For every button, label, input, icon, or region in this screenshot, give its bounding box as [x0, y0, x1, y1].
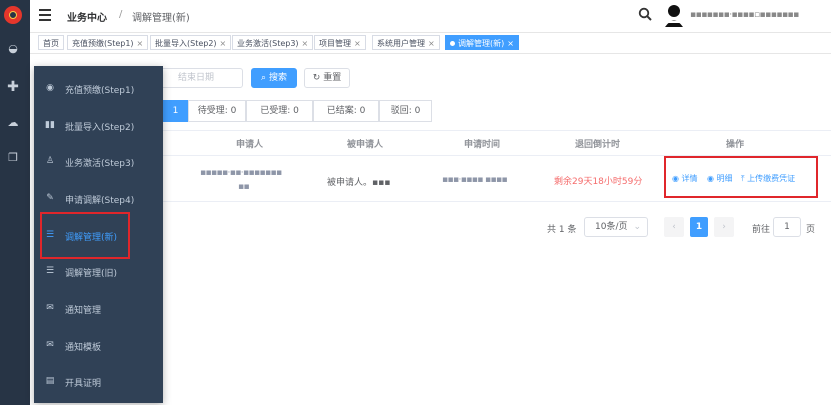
status-tab-closed[interactable]: 已结案: 0	[313, 100, 379, 122]
left-rail: ◒ ✚ ☁ ❐	[0, 0, 30, 405]
page-suffix: 页	[806, 225, 816, 235]
menu-item-label: 调解管理(旧)	[65, 269, 118, 279]
menu-item-label: 批量导入(Step2)	[65, 123, 135, 133]
refresh-icon: ↻	[312, 73, 324, 83]
tag-home[interactable]: 首页	[38, 35, 64, 50]
menu-item-step1[interactable]: ◉ 充值预缴(Step1)	[34, 75, 163, 103]
search-icon[interactable]	[638, 7, 652, 21]
menu-item-notifications[interactable]: ✉ 通知管理	[34, 295, 163, 323]
status-tab-all[interactable]: 1	[163, 100, 188, 122]
tag-label: 批量导入(Step2)	[155, 39, 217, 48]
user-icon: ♙	[45, 156, 55, 166]
import-icon: ▮▮	[45, 120, 55, 130]
menu-item-label: 申请调解(Step4)	[65, 196, 135, 206]
highlight-menu-box	[40, 212, 130, 259]
tag-label: 充值预缴(Step1)	[72, 39, 134, 48]
search-button-label: 搜索	[268, 73, 287, 83]
menu-item-step4[interactable]: ✎ 申请调解(Step4)	[34, 185, 163, 213]
tag-label: 业务激活(Step3)	[237, 39, 299, 48]
app-logo[interactable]	[4, 6, 22, 24]
pagination-total: 共 1 条	[547, 225, 577, 235]
reset-button-label: 重置	[323, 73, 342, 83]
copy-icon[interactable]: ❐	[6, 151, 20, 165]
tag-step3[interactable]: 业务激活(Step3) ×	[232, 35, 314, 50]
table-bottom-border	[163, 201, 831, 202]
tag-step2[interactable]: 批量导入(Step2) ×	[150, 35, 232, 50]
mail-icon: ✉	[46, 303, 54, 313]
edit-icon: ✎	[46, 193, 54, 203]
close-icon[interactable]: ×	[302, 39, 309, 48]
goto-page-input[interactable]: 1	[773, 217, 801, 237]
countdown-cell: 剩余29天18小时59分	[554, 177, 643, 187]
table-top-border	[163, 130, 831, 131]
document-icon: ▤	[45, 376, 55, 386]
col-actions: 操作	[726, 140, 745, 150]
tag-label: 系统用户管理	[377, 39, 425, 48]
menu-item-label: 充值预缴(Step1)	[65, 86, 135, 96]
cloud-icon[interactable]: ☁	[6, 116, 20, 130]
list-icon: ☰	[45, 266, 55, 276]
menu-item-label: 开具证明	[65, 379, 102, 389]
applicant-cell-line2: ▪▪	[238, 182, 249, 192]
plus-icon[interactable]: ✚	[6, 80, 20, 94]
respondent-cell: 被申请人。▪▪▪	[327, 178, 391, 188]
reset-button[interactable]: ↻ 重置	[304, 68, 350, 88]
col-applicant: 申请人	[236, 140, 264, 150]
col-apply-time: 申请时间	[464, 140, 501, 150]
menu-item-mediation-old[interactable]: ☰ 调解管理(旧)	[34, 258, 163, 286]
apply-time-cell: ▪▪▪·▪▪▪▪ ▪▪▪▪	[442, 175, 508, 185]
active-dot-icon	[450, 41, 455, 46]
breadcrumb-home[interactable]: 业务中心	[67, 9, 107, 24]
menu-item-label: 通知管理	[65, 306, 102, 316]
menu-item-step3[interactable]: ♙ 业务激活(Step3)	[34, 148, 163, 176]
menu-item-label: 通知模板	[65, 343, 102, 353]
close-icon[interactable]: ×	[428, 39, 435, 48]
circle-icon: ◉	[46, 83, 54, 93]
highlight-actions-box	[664, 156, 818, 198]
user-name[interactable]: ▪▪▪▪▪▪▪·▪▪▪▪▫▪▪▪▪▪▪▪	[690, 10, 831, 20]
top-header: 业务中心 / 调解管理(新) ▪▪▪▪▪▪▪·▪▪▪▪▫▪▪▪▪▪▪▪	[30, 0, 831, 33]
close-icon[interactable]: ×	[137, 39, 144, 48]
tag-project[interactable]: 项目管理 ×	[314, 35, 366, 50]
search-button[interactable]: ⌕ 搜索	[251, 68, 297, 88]
page-size-value: 10条/页	[595, 222, 628, 232]
menu-item-templates[interactable]: ✉ 通知模板	[34, 332, 163, 360]
close-icon[interactable]: ×	[220, 39, 227, 48]
page-size-select[interactable]: 10条/页 ⌄	[584, 217, 648, 237]
search-icon: ⌕	[261, 73, 269, 83]
tags-view-bar: 首页 充值预缴(Step1) × 批量导入(Step2) × 业务激活(Step3)…	[30, 33, 831, 54]
close-icon[interactable]: ×	[507, 39, 514, 48]
menu-item-step2[interactable]: ▮▮ 批量导入(Step2)	[34, 112, 163, 140]
breadcrumb-current: 调解管理(新)	[132, 13, 190, 24]
menu-toggle-icon[interactable]	[39, 9, 51, 21]
menu-item-label: 业务激活(Step3)	[65, 159, 135, 169]
tag-label: 调解管理(新)	[458, 39, 505, 48]
dashboard-icon[interactable]: ◒	[6, 42, 20, 56]
breadcrumb-separator: /	[119, 9, 123, 20]
mail-icon: ✉	[46, 340, 54, 350]
chevron-down-icon: ⌄	[633, 222, 641, 232]
tag-label: 首页	[43, 39, 59, 48]
status-tab-rejected[interactable]: 驳回: 0	[379, 100, 432, 122]
status-tab-pending[interactable]: 待受理: 0	[188, 100, 246, 122]
applicant-cell: ▪▪▪▪▪·▪▪·▪▪▪▪▪▪▪	[200, 168, 282, 178]
close-icon[interactable]: ×	[354, 39, 361, 48]
col-respondent: 被申请人	[347, 140, 384, 150]
tag-label: 项目管理	[319, 39, 351, 48]
avatar[interactable]	[662, 3, 686, 27]
goto-label: 前往	[752, 225, 771, 235]
tag-step1[interactable]: 充值预缴(Step1) ×	[67, 35, 149, 50]
col-countdown: 退回倒计时	[575, 140, 621, 150]
next-page-button[interactable]: ›	[714, 217, 734, 237]
prev-page-button[interactable]: ‹	[664, 217, 684, 237]
status-tab-accepted[interactable]: 已受理: 0	[246, 100, 313, 122]
tag-system-users[interactable]: 系统用户管理 ×	[372, 35, 440, 50]
menu-item-certificate[interactable]: ▤ 开具证明	[34, 368, 163, 396]
page-number-current[interactable]: 1	[690, 217, 708, 237]
tag-mediation-new[interactable]: 调解管理(新) ×	[445, 35, 519, 50]
